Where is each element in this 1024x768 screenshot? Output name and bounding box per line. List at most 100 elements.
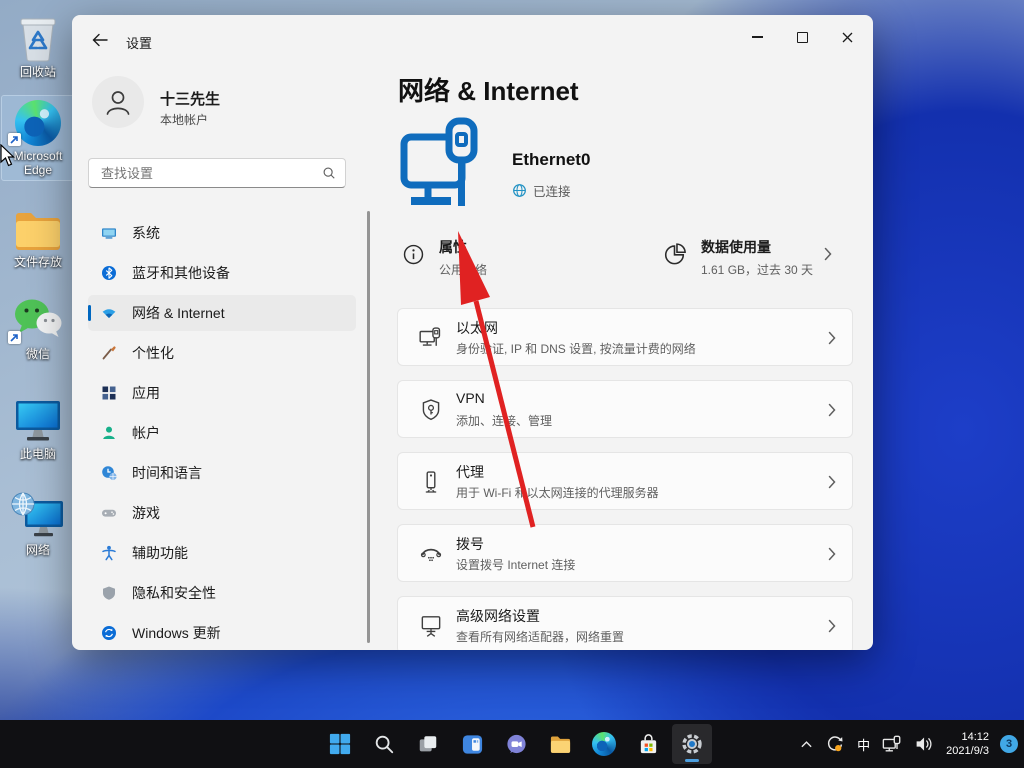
selected-indicator [88, 305, 91, 321]
tray-network-icon[interactable] [881, 734, 903, 754]
store-button[interactable] [628, 724, 668, 764]
card-vpn[interactable]: VPN 添加、连接、管理 [397, 380, 853, 438]
dialup-phone-icon [420, 548, 442, 562]
maximize-icon [796, 31, 808, 43]
system-tray: 中 14:12 2021/9/3 3 [800, 720, 1018, 768]
sidebar-item-apps[interactable]: 应用 [88, 375, 356, 411]
desktop-icon-network[interactable]: 网络 [2, 490, 74, 557]
ethernet-icon [419, 327, 441, 346]
chat-icon [506, 734, 526, 753]
sidebar-item-windows-update[interactable]: Windows 更新 [88, 615, 356, 650]
search-icon [323, 167, 335, 179]
back-arrow-icon [92, 33, 108, 47]
task-view-icon [419, 736, 437, 752]
settings-search-box[interactable] [88, 158, 346, 188]
sidebar-item-time-language[interactable]: 时间和语言 [88, 455, 356, 491]
shortcut-arrow-icon [8, 331, 21, 344]
sidebar-item-personalization[interactable]: 个性化 [88, 335, 356, 371]
page-title: 网络 & Internet [398, 76, 579, 106]
sidebar-item-accounts[interactable]: 帐户 [88, 415, 356, 451]
accessibility-icon [102, 545, 116, 561]
windows-start-icon [329, 733, 351, 755]
tray-chevron-up-icon[interactable] [800, 739, 813, 749]
recycle-bin-icon [2, 12, 74, 62]
properties-quick[interactable]: 属性 公用网络 [401, 237, 487, 278]
sidebar-item-network-internet[interactable]: 网络 & Internet [88, 295, 356, 331]
sidebar-item-label: 应用 [132, 385, 160, 401]
card-ethernet[interactable]: 以太网 身份验证, IP 和 DNS 设置, 按流量计费的网络 [397, 308, 853, 366]
this-pc-icon [2, 394, 74, 444]
sidebar-item-privacy-security[interactable]: 隐私和安全性 [88, 575, 356, 611]
sidebar-item-label: 个性化 [132, 345, 174, 361]
chat-button[interactable] [496, 724, 536, 764]
open-app-indicator [685, 759, 699, 762]
clock-language-icon [102, 466, 117, 481]
taskbar-search-button[interactable] [364, 724, 404, 764]
ime-indicator[interactable]: 中 [857, 735, 870, 754]
chevron-right-icon[interactable] [824, 247, 832, 261]
sidebar-item-label: 网络 & Internet [132, 305, 225, 321]
chevron-right-icon [828, 475, 836, 489]
system-icon [102, 228, 116, 239]
sidebar-item-accessibility[interactable]: 辅助功能 [88, 535, 356, 571]
brush-icon [102, 346, 116, 360]
sidebar-item-label: 游戏 [132, 505, 160, 521]
card-subtitle: 添加、连接、管理 [456, 414, 553, 428]
sidebar-item-gaming[interactable]: 游戏 [88, 495, 356, 531]
card-title: 拨号 [456, 536, 484, 552]
data-usage-quick[interactable]: 数据使用量 1.61 GB，过去 30 天 [661, 237, 813, 278]
widgets-button[interactable] [452, 724, 492, 764]
sidebar-item-label: 系统 [132, 225, 160, 241]
user-name: 十三先生 [160, 91, 221, 108]
desktop-icon-label: 文件存放 [13, 255, 62, 269]
card-subtitle: 设置拨号 Internet 连接 [456, 558, 576, 572]
search-input[interactable] [99, 159, 318, 187]
desktop-icon-label: 网络 [25, 543, 50, 557]
settings-window: 设置 十三先生 本地帐户 系统 [72, 15, 873, 650]
update-pending-icon[interactable] [824, 733, 846, 755]
close-button[interactable] [825, 23, 869, 51]
tray-clock[interactable]: 14:12 2021/9/3 [946, 730, 989, 758]
back-button[interactable] [88, 28, 112, 52]
connection-name: Ethernet0 [512, 150, 591, 169]
desktop-icon-label: 此电脑 [19, 447, 56, 461]
desktop-icon-this-pc[interactable]: 此电脑 [2, 394, 74, 461]
sidebar-item-label: 时间和语言 [132, 465, 202, 481]
close-icon [842, 32, 852, 42]
advanced-network-icon [421, 616, 441, 637]
sidebar-item-label: 蓝牙和其他设备 [132, 265, 230, 281]
tray-date: 2021/9/3 [946, 745, 989, 757]
avatar[interactable] [92, 76, 144, 128]
card-advanced-network[interactable]: 高级网络设置 查看所有网络适配器，网络重置 [397, 596, 853, 650]
start-button[interactable] [320, 724, 360, 764]
sidebar-nav: 系统 蓝牙和其他设备 网络 & Internet 个性化 应用 帐户 时间和语言… [88, 215, 356, 650]
card-dialup[interactable]: 拨号 设置拨号 Internet 连接 [397, 524, 853, 582]
desktop-icon-recycle-bin[interactable]: 回收站 [2, 12, 74, 79]
desktop-icon-label: 回收站 [19, 65, 56, 79]
file-explorer-button[interactable] [540, 724, 580, 764]
wechat-icon [2, 294, 74, 344]
sidebar-item-system[interactable]: 系统 [88, 215, 356, 251]
card-title: 代理 [456, 464, 484, 480]
minimize-button[interactable] [735, 23, 779, 51]
maximize-button[interactable] [780, 23, 824, 51]
task-view-button[interactable] [408, 724, 448, 764]
taskbar-center-icons [320, 724, 712, 764]
sidebar-scrollbar[interactable] [367, 211, 370, 643]
chevron-right-icon [828, 619, 836, 633]
card-proxy[interactable]: 代理 用于 Wi-Fi 和以太网连接的代理服务器 [397, 452, 853, 510]
notification-badge[interactable]: 3 [1000, 735, 1018, 753]
settings-button[interactable] [672, 724, 712, 764]
vpn-shield-icon [422, 399, 440, 421]
edge-button[interactable] [584, 724, 624, 764]
sidebar-item-label: Windows 更新 [132, 625, 221, 641]
apps-icon [102, 386, 116, 400]
desktop-icon-wechat[interactable]: 微信 [2, 294, 74, 361]
properties-subtitle: 公用网络 [439, 263, 488, 277]
tray-volume-icon[interactable] [914, 734, 935, 754]
tray-time: 14:12 [961, 731, 989, 743]
chevron-right-icon [828, 403, 836, 417]
card-subtitle: 查看所有网络适配器，网络重置 [456, 630, 625, 644]
sidebar-item-bluetooth[interactable]: 蓝牙和其他设备 [88, 255, 356, 291]
desktop-icon-file-folder[interactable]: 文件存放 [2, 202, 74, 269]
